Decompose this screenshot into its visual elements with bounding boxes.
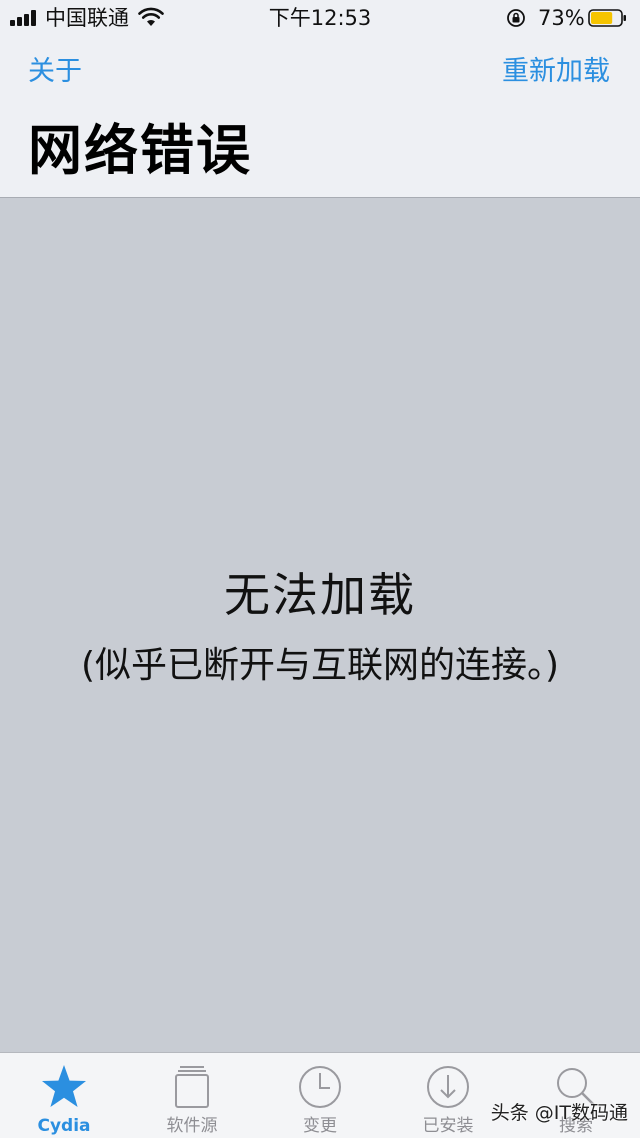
watermark: 头条 @IT数码通 (490, 1102, 628, 1124)
tab-sources[interactable]: 软件源 (128, 1053, 256, 1138)
signal-icon (10, 10, 40, 26)
page-title: 网络错误 (28, 119, 252, 182)
clock-icon (299, 1066, 341, 1108)
reload-button[interactable]: 重新加载 (502, 54, 610, 90)
rotation-lock-icon (507, 9, 525, 27)
tab-label: Cydia (37, 1116, 91, 1136)
status-bar: 中国联通 下午12:53 73% (0, 0, 640, 36)
sources-icon (175, 1066, 209, 1108)
carrier-name: 中国联通 (45, 6, 129, 30)
wifi-icon (138, 7, 164, 26)
navigation-bar: 关于 重新加载 网络错误 (0, 36, 640, 198)
error-content: 无法加载 (似乎已断开与互联网的连接。) (0, 198, 640, 1052)
screen: 中国联通 下午12:53 73% 关于 重新加载 网络错误 无法加载 (似乎已断… (0, 0, 640, 1138)
error-title: 无法加载 (224, 568, 416, 622)
status-time: 下午12:53 (268, 6, 372, 30)
download-icon (427, 1066, 469, 1108)
about-button[interactable]: 关于 (28, 54, 82, 90)
tab-label: 软件源 (166, 1116, 218, 1136)
tab-label: 变更 (303, 1116, 337, 1136)
star-icon (42, 1065, 86, 1107)
tab-cydia[interactable]: Cydia (0, 1053, 128, 1138)
error-detail: (似乎已断开与互联网的连接。) (80, 645, 560, 686)
tab-changes[interactable]: 变更 (256, 1053, 384, 1138)
battery-icon (588, 9, 626, 27)
battery-percent: 73% (538, 6, 585, 30)
